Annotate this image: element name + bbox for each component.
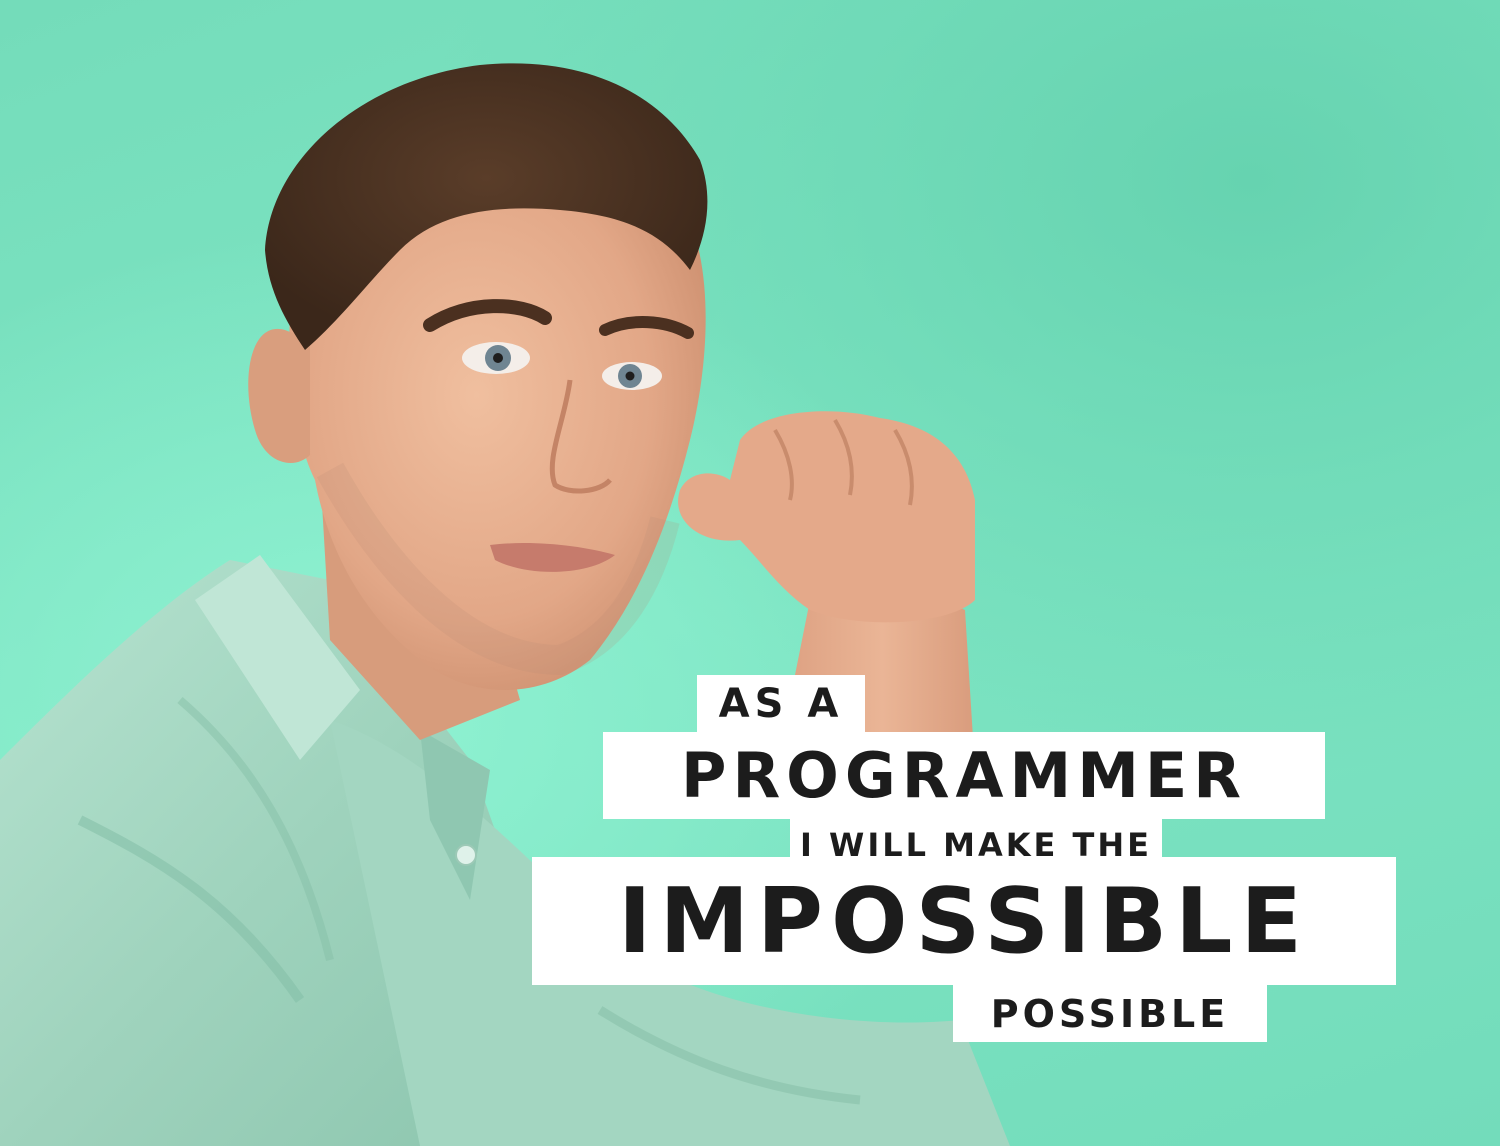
caption-line-programmer: PROGRAMMER xyxy=(603,732,1325,819)
caption-line-as-a: AS A xyxy=(697,675,865,732)
caption-line-possible: POSSIBLE xyxy=(953,985,1267,1042)
slogan-caption: AS A PROGRAMMER I WILL MAKE THE IMPOSSIB… xyxy=(0,0,1500,1146)
poster: AS A PROGRAMMER I WILL MAKE THE IMPOSSIB… xyxy=(0,0,1500,1146)
caption-line-impossible: IMPOSSIBLE xyxy=(532,857,1396,985)
